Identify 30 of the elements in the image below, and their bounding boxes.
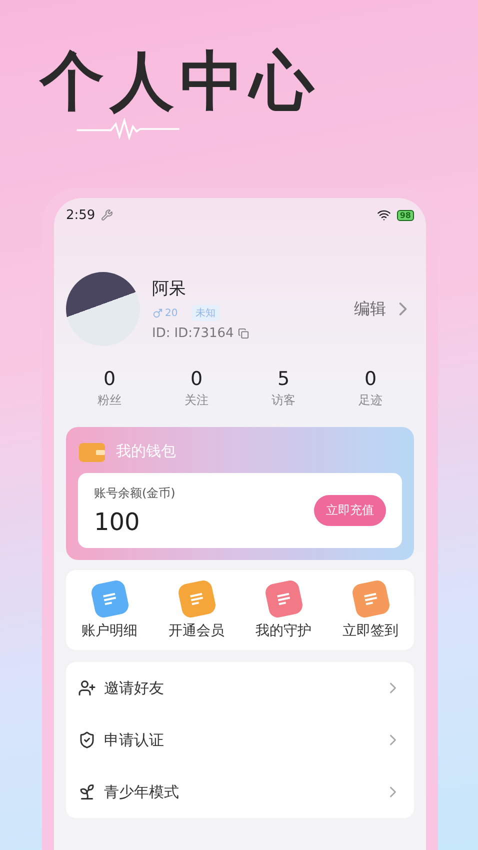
action-item[interactable]: 立即签到 <box>327 582 414 640</box>
action-item[interactable]: 账户明细 <box>66 582 153 640</box>
menu-icon <box>78 731 96 749</box>
male-icon <box>152 308 163 318</box>
balance-label: 账号余额(金币) <box>94 485 176 502</box>
age-tag: 20 <box>163 306 182 320</box>
stat-value[interactable]: 0 <box>364 368 377 390</box>
copy-icon[interactable] <box>238 328 249 339</box>
action-item[interactable]: 我的守护 <box>240 582 327 640</box>
menu-icon <box>78 679 96 697</box>
stat-value[interactable]: 5 <box>277 368 290 390</box>
id-label: ID: <box>152 326 170 341</box>
page-headline: 个人中心 <box>40 50 321 114</box>
status-time: 2:59 <box>66 208 96 222</box>
wifi-icon <box>376 208 391 222</box>
balance-value: 100 <box>94 508 141 536</box>
menu-item[interactable]: 申请认证 <box>66 714 414 766</box>
menu-icon <box>78 783 96 801</box>
stat-value[interactable]: 0 <box>190 368 203 390</box>
menu-item[interactable]: 青少年模式 <box>66 766 414 818</box>
gender-tag: 未知 <box>192 305 220 321</box>
wallet-title: 我的钱包 <box>116 442 176 460</box>
menu-item[interactable]: 邀请好友 <box>66 662 414 714</box>
action-item[interactable]: 开通会员 <box>153 582 240 640</box>
edit-button[interactable]: 编辑 <box>354 298 414 320</box>
id-value: ID:73164 <box>174 326 234 341</box>
user-name: 阿呆 <box>152 278 187 300</box>
battery-level: 98 <box>396 210 414 220</box>
wrench-icon <box>101 209 114 221</box>
stat-value[interactable]: 0 <box>103 368 116 390</box>
